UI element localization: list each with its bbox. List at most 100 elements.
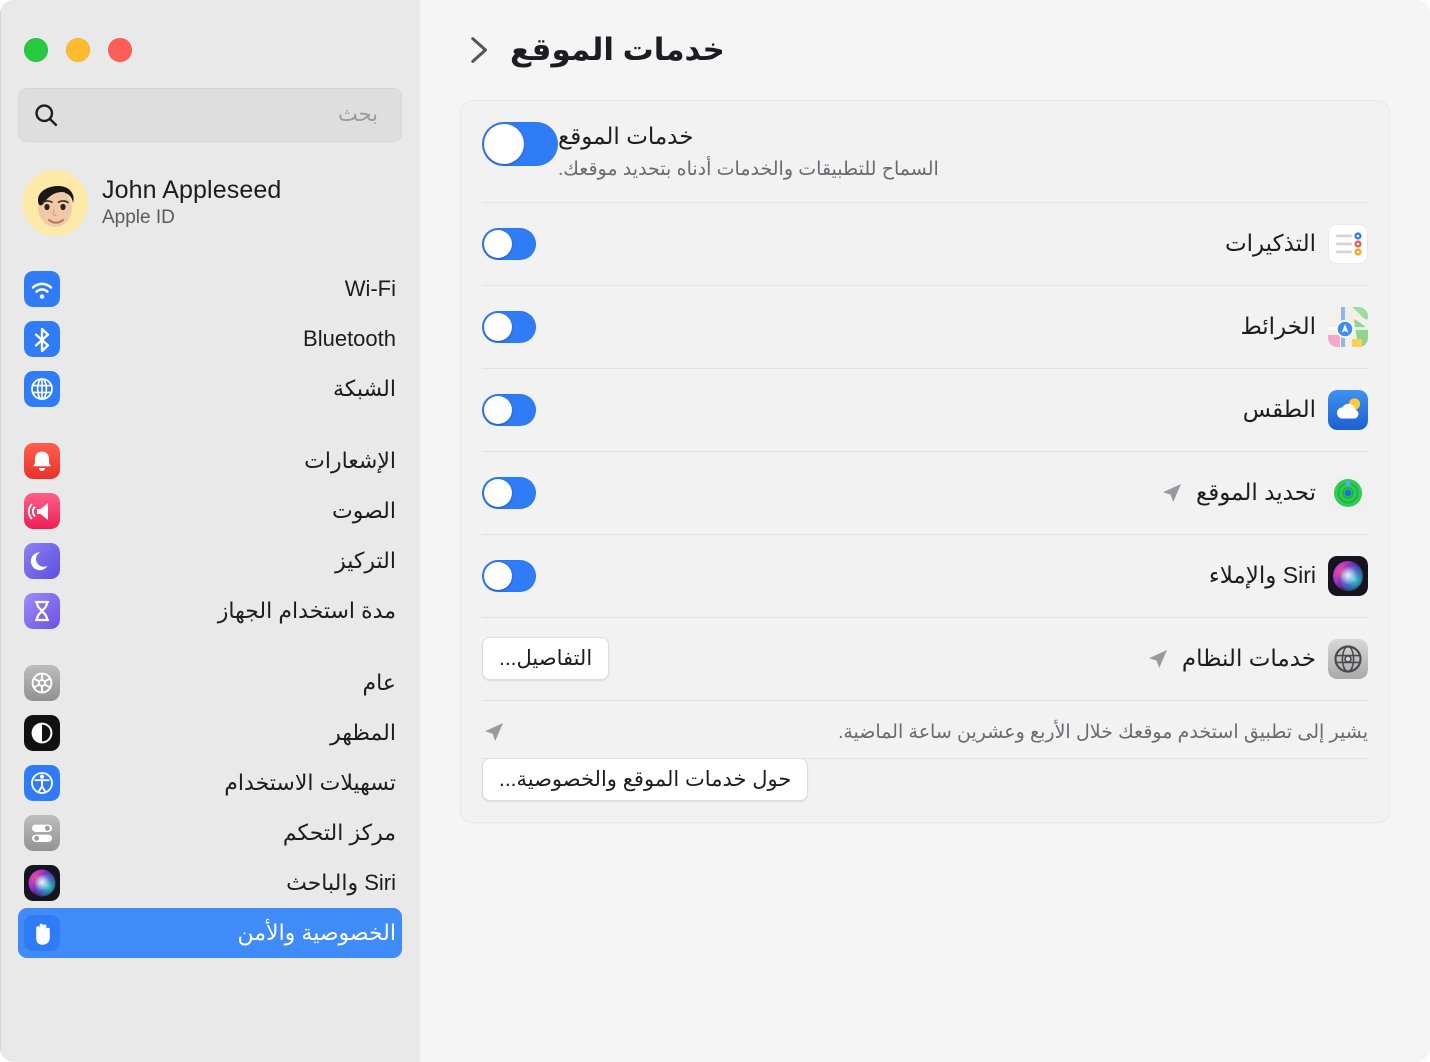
general-gear-icon (24, 665, 60, 701)
maps-icon (1328, 306, 1368, 347)
appearance-contrast-icon (24, 715, 60, 751)
account-subtitle: Apple ID (102, 206, 175, 228)
app-row-reminders: التذكيرات (482, 202, 1368, 285)
toggle-knob (484, 561, 512, 590)
avatar[interactable] (22, 170, 88, 236)
chevron-right-icon[interactable] (460, 33, 494, 67)
nav-gap (18, 414, 402, 436)
focus-moon-icon (24, 543, 60, 579)
sidebar-item-label: Bluetooth (303, 326, 396, 351)
sidebar-item-privacy-security[interactable]: الخصوصية والأمن (18, 908, 402, 958)
sidebar-item-label: المظهر (330, 720, 396, 745)
sidebar-item-general[interactable]: عام (18, 658, 402, 708)
app-toggle-maps[interactable] (482, 310, 536, 343)
search-icon (32, 101, 60, 129)
app-label-wrap: خدمات النظام (609, 638, 1368, 679)
app-label-wrap: Siri والإملاء (536, 555, 1368, 596)
location-services-toggle[interactable] (482, 122, 558, 166)
app-label-wrap: الطقس (536, 389, 1368, 430)
about-button-row: حول خدمات الموقع والخصوصية... (482, 758, 1368, 823)
app-toggle-reminders[interactable] (482, 227, 536, 260)
wifi-icon (24, 271, 60, 307)
toggle-knob (484, 124, 524, 164)
sidebar-item-label: مركز التحكم (282, 820, 396, 845)
page-title: خدمات الموقع (510, 32, 725, 67)
details-button[interactable]: التفاصيل... (482, 637, 610, 681)
nav-gap (18, 636, 402, 658)
sidebar-item-bluetooth[interactable]: Bluetooth (18, 314, 402, 364)
account-name: John Appleseed (102, 176, 282, 205)
location-services-card: خدمات الموقع السماح للتطبيقات والخدمات أ… (460, 100, 1390, 824)
findmy-icon (1328, 472, 1368, 513)
app-name: الخرائط (1240, 313, 1316, 340)
sidebar-item-sound[interactable]: الصوت (18, 486, 402, 536)
app-row-maps: الخرائط (482, 285, 1368, 368)
close-button[interactable] (108, 38, 132, 62)
sidebar-item-label: التركيز (335, 548, 396, 573)
minimize-button[interactable] (66, 38, 90, 62)
sound-speaker-icon (24, 493, 60, 529)
sidebar-group-connectivity: Wi-Fi Bluetooth الشبكة (18, 264, 402, 414)
system-settings-window: خدمات الموقع خدمات الموقع السماح للتطبيق… (0, 0, 1430, 1062)
sidebar-item-label: عام (362, 670, 396, 695)
sidebar-item-accessibility[interactable]: تسهيلات الاستخدام (18, 758, 402, 808)
sidebar-nav: Wi-Fi Bluetooth الشبكة الإشعارات الصوت ا… (18, 264, 402, 958)
toggle-knob (484, 395, 512, 424)
sidebar-item-label: مدة استخدام الجهاز (217, 598, 396, 623)
sidebar-item-control-center[interactable]: مركز التحكم (18, 808, 402, 858)
app-label-wrap: التذكيرات (536, 223, 1368, 264)
app-row-siri: Siri والإملاء (482, 534, 1368, 617)
account-row[interactable]: John Appleseed Apple ID (18, 164, 402, 242)
sidebar-group-preferences: عام المظهر تسهيلات الاستخدام مركز التحكم… (18, 658, 402, 958)
siri-orb-icon (1328, 555, 1368, 596)
master-title: خدمات الموقع (558, 123, 694, 149)
search-field[interactable] (18, 88, 402, 142)
sidebar-item-label: تسهيلات الاستخدام (224, 770, 396, 795)
sidebar-item-label: الخصوصية والأمن (237, 920, 396, 945)
privacy-hand-icon (24, 915, 60, 951)
sidebar-item-label: الشبكة (332, 376, 396, 401)
sidebar-item-focus[interactable]: التركيز (18, 536, 402, 586)
network-globe-icon (24, 371, 60, 407)
master-texts: خدمات الموقع السماح للتطبيقات والخدمات أ… (558, 122, 1368, 182)
content-header: خدمات الموقع (460, 0, 1390, 100)
siri-orb-icon (24, 865, 60, 901)
screen-time-hourglass-icon (24, 593, 60, 629)
master-subtitle: السماح للتطبيقات والخدمات أدناه بتحديد م… (558, 158, 939, 180)
sidebar-item-wifi[interactable]: Wi-Fi (18, 264, 402, 314)
control-center-icon (24, 815, 60, 851)
search-input[interactable] (60, 103, 388, 127)
about-location-privacy-button[interactable]: حول خدمات الموقع والخصوصية... (482, 758, 809, 802)
system-services-row: خدمات النظام التفاصيل... (482, 617, 1368, 700)
sidebar-item-label: الإشعارات (304, 448, 396, 473)
location-arrow-icon (482, 720, 506, 744)
sidebar: John Appleseed Apple ID (0, 0, 420, 1062)
system-services-icon (1328, 638, 1368, 679)
sidebar-item-siri-spotlight[interactable]: Siri والباحث (18, 858, 402, 908)
sidebar-item-screen-time[interactable]: مدة استخدام الجهاز (18, 586, 402, 636)
location-arrow-icon (1160, 481, 1184, 505)
sidebar-item-network[interactable]: الشبكة (18, 364, 402, 414)
app-name: الطقس (1242, 396, 1316, 423)
app-name: تحديد الموقع (1196, 479, 1316, 506)
sidebar-item-appearance[interactable]: المظهر (18, 708, 402, 758)
account-text: John Appleseed Apple ID (102, 176, 398, 230)
app-toggle-weather[interactable] (482, 393, 536, 426)
app-toggle-siri[interactable] (482, 559, 536, 592)
app-name: التذكيرات (1224, 230, 1316, 257)
weather-icon (1328, 389, 1368, 430)
location-note-text: يشير إلى تطبيق استخدم موقعك خلال الأربع … (838, 721, 1368, 743)
sidebar-item-notifications[interactable]: الإشعارات (18, 436, 402, 486)
bluetooth-icon (24, 321, 60, 357)
location-note-row: يشير إلى تطبيق استخدم موقعك خلال الأربع … (482, 700, 1368, 758)
system-services-name: خدمات النظام (1181, 645, 1316, 672)
toggle-knob (484, 312, 512, 341)
sidebar-item-label: الصوت (332, 498, 396, 523)
app-name: Siri والإملاء (1208, 562, 1316, 589)
accessibility-icon (24, 765, 60, 801)
reminders-icon (1328, 223, 1368, 264)
app-label-wrap: تحديد الموقع (536, 472, 1368, 513)
toggle-knob (484, 478, 512, 507)
zoom-button[interactable] (24, 38, 48, 62)
app-toggle-findmy[interactable] (482, 476, 536, 509)
